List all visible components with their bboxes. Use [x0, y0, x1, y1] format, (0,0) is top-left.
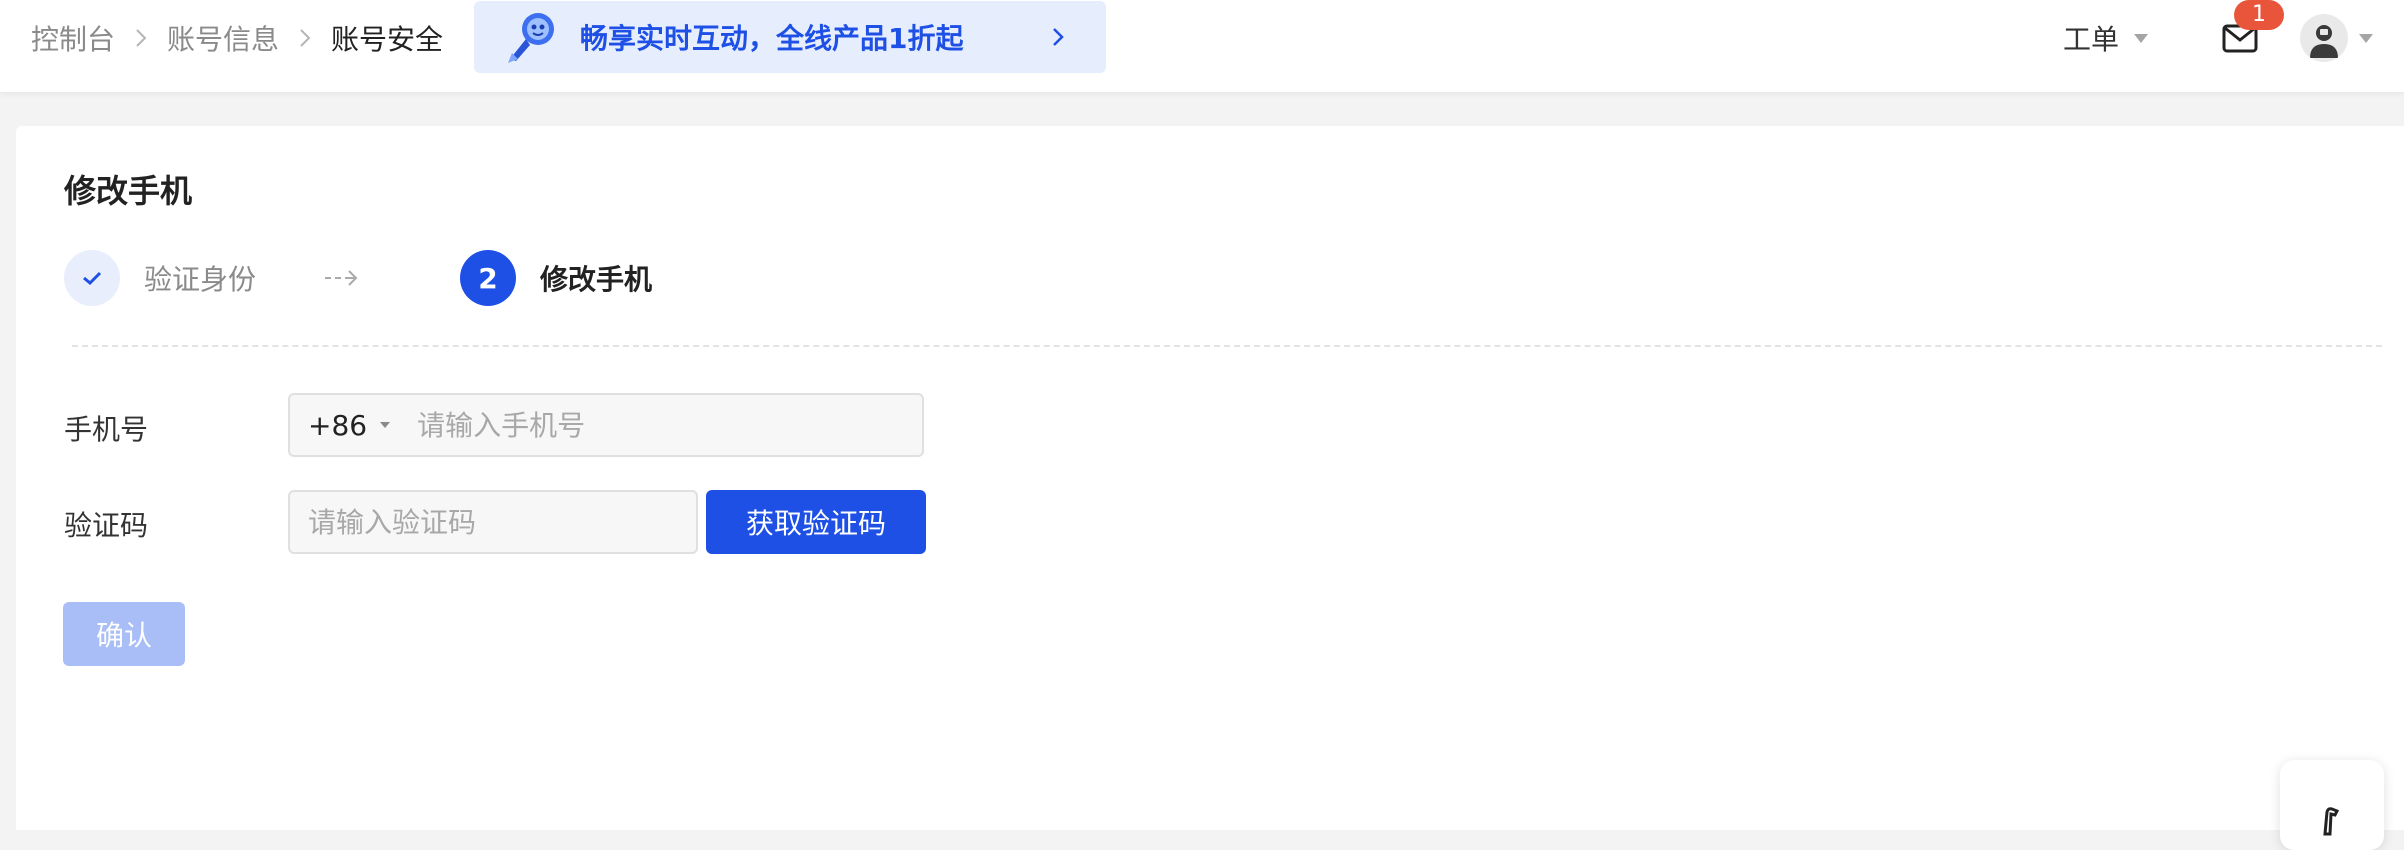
- chevron-right-icon: [115, 27, 167, 49]
- promo-text: 畅享实时互动，全线产品1折起: [580, 22, 964, 55]
- country-code-value: +86: [308, 408, 368, 442]
- breadcrumb-account-security: 账号安全: [331, 23, 444, 56]
- breadcrumb-console[interactable]: 控制台: [31, 18, 115, 58]
- phone-label: 手机号: [64, 413, 149, 446]
- country-code-select[interactable]: +86: [308, 409, 391, 442]
- code-label: 验证码: [64, 509, 149, 542]
- phone-field-group: +86: [288, 393, 924, 457]
- step-1-status: [64, 250, 120, 306]
- breadcrumb: 控制台 账号信息 账号安全: [31, 18, 443, 58]
- caret-down-icon: [380, 422, 391, 428]
- rocket-icon: [508, 13, 554, 63]
- chevron-right-icon: [279, 27, 331, 49]
- step-2-label: 修改手机: [540, 263, 653, 296]
- user-avatar-icon: [2310, 25, 2338, 58]
- steps: 验证身份 2 修改手机: [64, 250, 652, 306]
- dashed-arrow-icon: [325, 270, 358, 286]
- mail-badge: 1: [2234, 0, 2284, 30]
- step-1-label: 验证身份: [144, 263, 257, 296]
- floating-helper-widget[interactable]: [2280, 760, 2384, 850]
- avatar: [2300, 14, 2348, 62]
- chevron-right-icon: [1053, 28, 1064, 46]
- ticket-label: 工单: [2063, 23, 2120, 56]
- top-bar: 控制台 账号信息 账号安全 畅享实时互动，全线产品1折起 工单 1: [0, 0, 2404, 92]
- helper-icon: [2323, 807, 2340, 836]
- code-field-group: [288, 490, 698, 554]
- phone-input[interactable]: [417, 397, 858, 453]
- verification-code-input[interactable]: [308, 494, 678, 550]
- caret-down-icon: [2134, 34, 2149, 43]
- page-title: 修改手机: [64, 172, 193, 210]
- user-menu[interactable]: [2300, 14, 2374, 62]
- promo-banner[interactable]: 畅享实时互动，全线产品1折起: [474, 1, 1106, 73]
- main-card: 修改手机 验证身份 2 修改手机 手机号 +86 验证码 获取验证码 确认: [16, 126, 2404, 830]
- ticket-menu[interactable]: 工单: [2063, 18, 2149, 58]
- breadcrumb-account-info[interactable]: 账号信息: [167, 18, 279, 58]
- step-2-number: 2: [460, 250, 517, 306]
- check-icon: [83, 271, 102, 286]
- confirm-button[interactable]: 确认: [63, 602, 185, 666]
- divider: [72, 345, 2382, 347]
- get-code-button[interactable]: 获取验证码: [706, 490, 926, 554]
- caret-down-icon: [2359, 34, 2373, 43]
